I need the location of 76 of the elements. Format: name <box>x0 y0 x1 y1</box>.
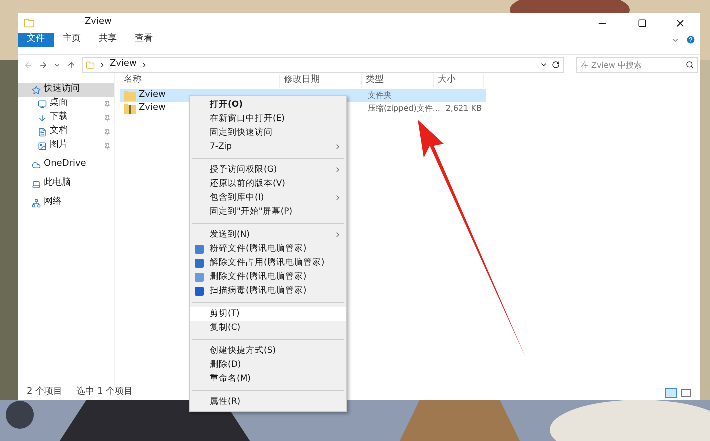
chevron-icon <box>98 62 106 68</box>
ribbon-tab[interactable]: 共享 <box>90 33 126 47</box>
large-icons-button[interactable] <box>681 388 691 396</box>
submenu-chevron-icon <box>334 143 342 151</box>
column-header[interactable]: 类型 <box>362 74 434 88</box>
menu-item[interactable]: 还原以前的版本(V) <box>190 177 346 191</box>
sidebar-item[interactable]: 桌面 <box>18 97 114 111</box>
menu-item[interactable]: 包含到库中(I) <box>190 191 346 205</box>
menu-item[interactable]: 7-Zip <box>190 140 346 154</box>
cloud-icon <box>32 160 41 170</box>
ribbon-tab[interactable]: 主页 <box>54 33 90 47</box>
ribbon-tab[interactable]: 文件 <box>18 33 54 47</box>
submenu-chevron-icon <box>334 231 342 239</box>
folder-icon <box>124 90 136 101</box>
column-header[interactable]: 名称 <box>120 74 280 88</box>
submenu-chevron-icon <box>334 166 342 174</box>
menu-item[interactable]: 固定到快速访问 <box>190 126 346 140</box>
pin-icon <box>104 142 111 150</box>
menu-item[interactable]: 打开(O) <box>190 98 346 112</box>
window-title: Zview <box>85 16 112 30</box>
menu-item[interactable]: 剪切(T) <box>190 307 346 321</box>
menu-item[interactable]: 发送到(N) <box>190 228 346 242</box>
menu-item[interactable]: 重命名(M) <box>190 372 346 386</box>
close-icon[interactable] <box>675 18 686 28</box>
search-field[interactable]: 在 Zview 中搜索 <box>576 57 698 73</box>
pin-icon <box>104 114 111 122</box>
sidebar-item[interactable]: 下载 <box>18 111 114 125</box>
star-icon <box>32 86 41 94</box>
sidebar-item[interactable]: 文档 <box>18 125 114 139</box>
help-icon[interactable] <box>686 35 696 45</box>
refresh-icon[interactable] <box>552 61 560 69</box>
document-icon <box>38 128 47 136</box>
column-header[interactable]: 修改日期 <box>280 74 362 88</box>
sidebar-item[interactable]: OneDrive <box>18 158 114 172</box>
menu-item[interactable]: 删除(D) <box>190 358 346 372</box>
sidebar-item[interactable]: 网络 <box>18 196 114 210</box>
menu-item[interactable]: 创建快捷方式(S) <box>190 344 346 358</box>
zip-folder-icon <box>124 103 136 114</box>
network-icon <box>32 198 41 208</box>
sidebar-item[interactable]: 快速访问 <box>18 83 114 97</box>
folder-icon <box>86 60 95 70</box>
menu-item[interactable]: 复制(C) <box>190 321 346 335</box>
menu-item[interactable]: 删除文件(腾讯电脑管家) <box>190 270 346 284</box>
image-icon <box>38 142 47 150</box>
menu-item[interactable]: 属性(R) <box>190 395 346 409</box>
details-view-button[interactable] <box>665 388 677 398</box>
submenu-chevron-icon <box>334 194 342 202</box>
search-icon[interactable] <box>686 61 694 69</box>
maximize-icon[interactable] <box>638 18 647 28</box>
chevron-icon <box>140 62 148 68</box>
address-bar[interactable]: Zview <box>82 57 564 73</box>
file-name-cell[interactable]: Zview <box>120 102 184 115</box>
address-path: Zview <box>110 58 137 72</box>
download-icon <box>38 114 47 122</box>
recent-icon[interactable] <box>54 62 61 68</box>
menu-item[interactable]: 在新窗口中打开(E) <box>190 112 346 126</box>
menu-item[interactable]: 固定到"开始"屏幕(P) <box>190 205 346 219</box>
file-name-cell[interactable]: Zview <box>120 89 184 102</box>
menu-item[interactable]: 解除文件占用(腾讯电脑管家) <box>190 256 346 270</box>
menu-item[interactable]: 扫描病毒(腾讯电脑管家) <box>190 284 346 298</box>
pin-icon <box>104 100 111 108</box>
computer-icon <box>32 180 41 188</box>
menu-item[interactable]: 粉碎文件(腾讯电脑管家) <box>190 242 346 256</box>
forward-icon[interactable] <box>38 60 48 70</box>
sidebar-item[interactable]: 图片 <box>18 139 114 153</box>
ribbon-tab[interactable]: 查看 <box>126 33 162 47</box>
sidebar-item[interactable]: 此电脑 <box>18 177 114 191</box>
desktop-icon <box>38 100 47 108</box>
pin-icon <box>104 128 111 136</box>
menu-item[interactable]: 授予访问权限(G) <box>190 163 346 177</box>
item-count: 2 个项目 <box>27 386 63 399</box>
selection-count: 选中 1 个项目 <box>76 386 134 399</box>
dropdown-icon[interactable] <box>540 61 548 69</box>
column-header[interactable]: 大小 <box>434 74 484 88</box>
file-type-cell: 文件夹 <box>343 89 436 102</box>
up-icon[interactable] <box>66 60 76 70</box>
